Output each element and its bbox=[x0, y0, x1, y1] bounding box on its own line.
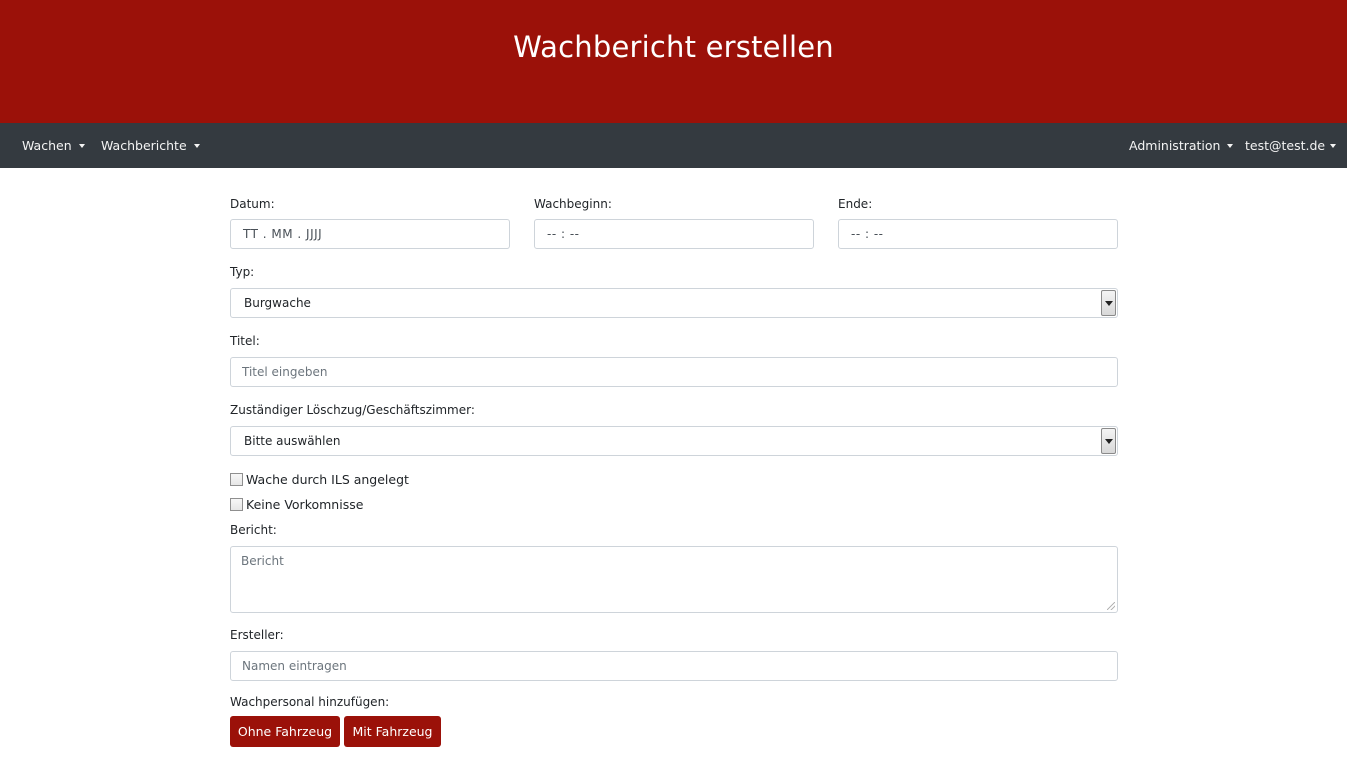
caret-down-icon bbox=[1330, 143, 1337, 148]
no-incidents-checkbox[interactable] bbox=[230, 498, 243, 511]
nav-user-label: test@test.de bbox=[1245, 138, 1326, 153]
nav-user-dropdown[interactable]: test@test.de bbox=[1245, 123, 1337, 168]
nav-administration-label: Administration bbox=[1129, 138, 1221, 153]
end-time-label: Ende: bbox=[838, 197, 873, 211]
personnel-label: Wachpersonal hinzufügen: bbox=[230, 695, 390, 709]
page-title: Wachbericht erstellen bbox=[513, 30, 834, 64]
author-label: Ersteller: bbox=[230, 628, 284, 642]
without-vehicle-button[interactable]: Ohne Fahrzeug bbox=[230, 716, 340, 747]
resize-grip-icon[interactable] bbox=[1107, 602, 1115, 610]
no-incidents-checkbox-label[interactable]: Keine Vorkomnisse bbox=[246, 497, 363, 513]
title-label: Titel: bbox=[230, 334, 260, 348]
author-input[interactable] bbox=[230, 651, 1118, 681]
navbar: Wachen Wachberichte Administration test@… bbox=[0, 123, 1347, 168]
dropdown-arrow-icon[interactable] bbox=[1101, 428, 1116, 454]
dropdown-arrow-icon[interactable] bbox=[1101, 290, 1116, 316]
start-time-label: Wachbeginn: bbox=[534, 197, 612, 211]
nav-wachen-dropdown[interactable]: Wachen bbox=[22, 123, 85, 168]
with-vehicle-button[interactable]: Mit Fahrzeug bbox=[344, 716, 441, 747]
caret-down-icon bbox=[1227, 143, 1234, 148]
ils-checkbox[interactable] bbox=[230, 473, 243, 486]
unit-select-value: Bitte auswählen bbox=[244, 434, 341, 448]
date-input[interactable]: TT . MM . JJJJ bbox=[230, 219, 510, 249]
nav-wachen-label: Wachen bbox=[22, 138, 72, 153]
title-input[interactable] bbox=[230, 357, 1118, 387]
caret-down-icon bbox=[193, 143, 200, 148]
report-textarea[interactable] bbox=[230, 546, 1118, 613]
nav-administration-dropdown[interactable]: Administration bbox=[1129, 123, 1234, 168]
report-label: Bericht: bbox=[230, 523, 277, 537]
nav-wachberichte-label: Wachberichte bbox=[101, 138, 187, 153]
end-time-input[interactable]: -- : -- bbox=[838, 219, 1118, 249]
caret-down-icon bbox=[78, 143, 85, 148]
type-label: Typ: bbox=[230, 265, 255, 279]
unit-label: Zuständiger Löschzug/Geschäftszimmer: bbox=[230, 403, 475, 417]
type-select-value: Burgwache bbox=[244, 296, 311, 310]
nav-wachberichte-dropdown[interactable]: Wachberichte bbox=[101, 123, 200, 168]
type-select[interactable]: Burgwache bbox=[230, 288, 1118, 318]
start-time-input[interactable]: -- : -- bbox=[534, 219, 814, 249]
header-banner: Wachbericht erstellen bbox=[0, 0, 1347, 123]
ils-checkbox-label[interactable]: Wache durch ILS angelegt bbox=[246, 472, 409, 488]
date-label: Datum: bbox=[230, 197, 275, 211]
unit-select[interactable]: Bitte auswählen bbox=[230, 426, 1118, 456]
